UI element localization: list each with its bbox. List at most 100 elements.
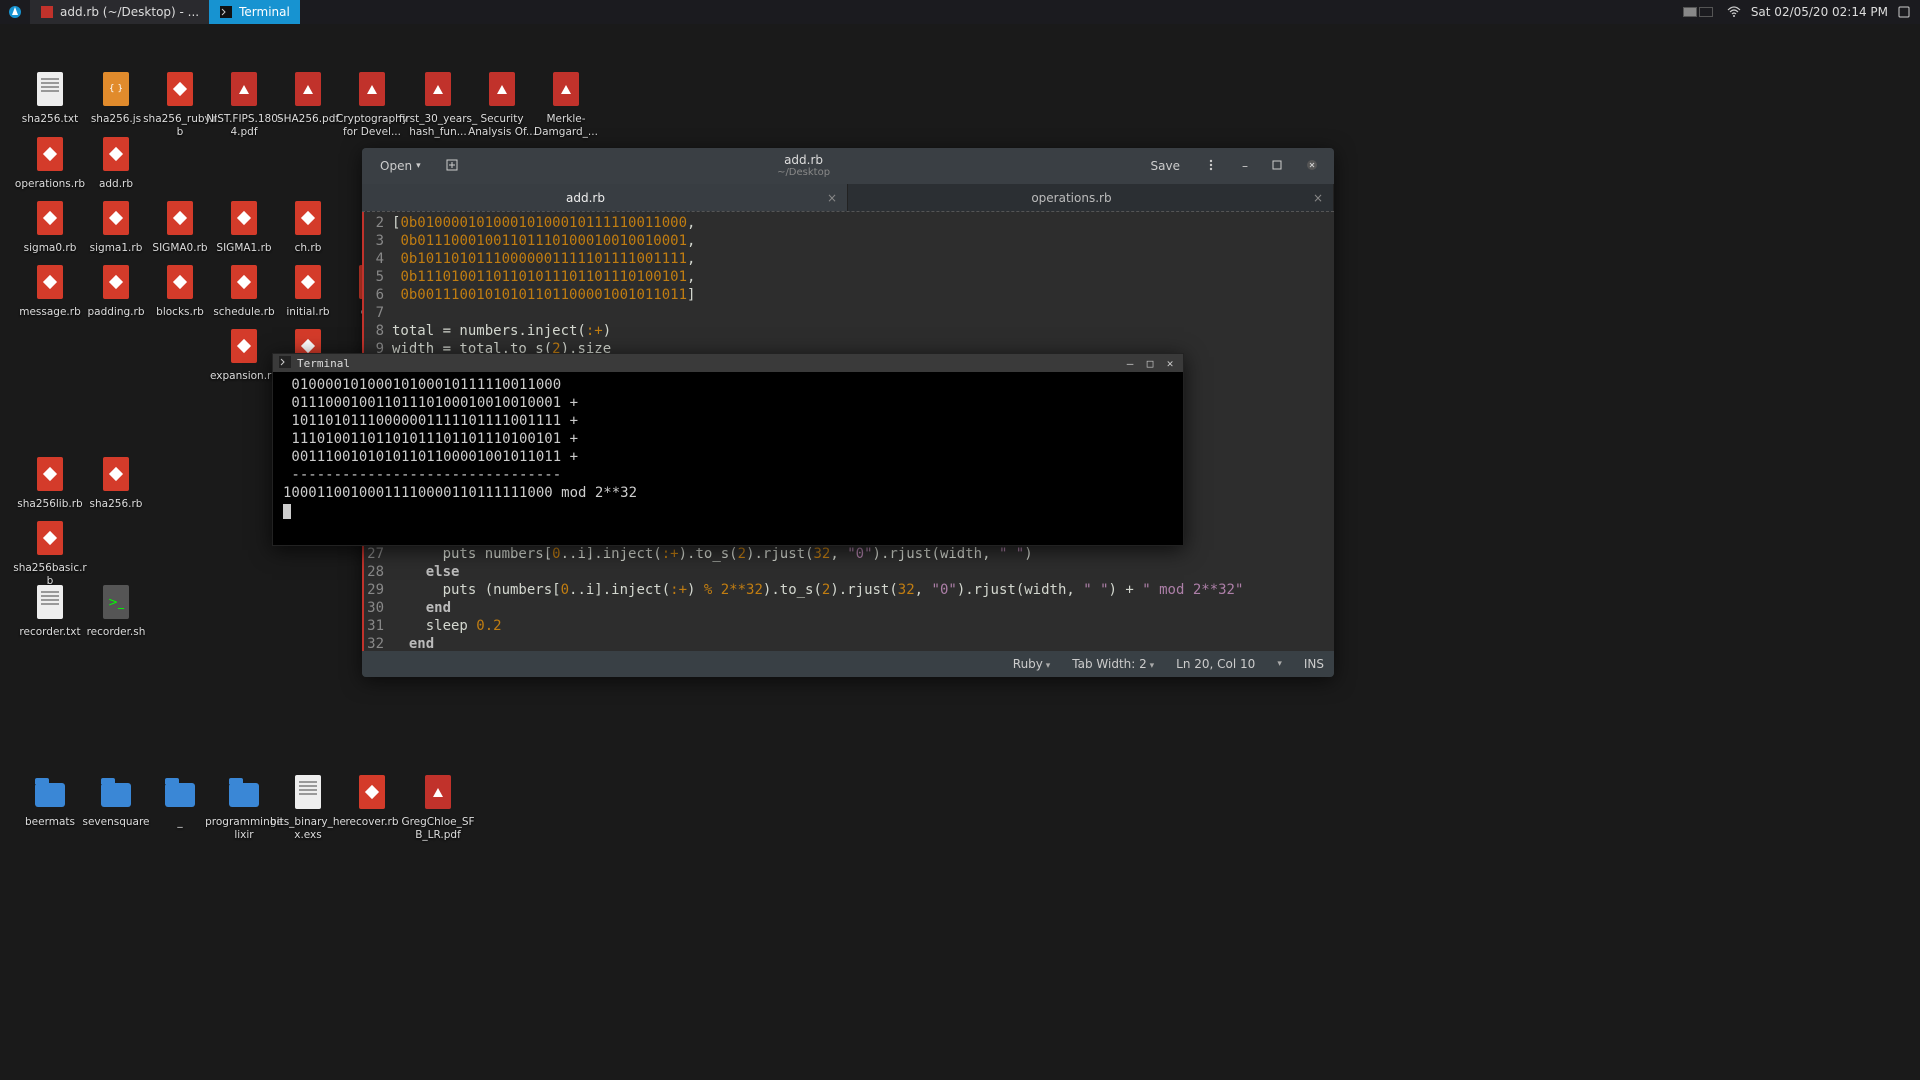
rb-file-icon xyxy=(292,262,324,302)
maximize-icon[interactable] xyxy=(1264,155,1290,177)
rb-file-icon xyxy=(164,262,196,302)
rb-file-icon xyxy=(34,262,66,302)
rb-file-icon xyxy=(34,198,66,238)
txt-file-icon xyxy=(292,772,324,812)
dropdown-icon[interactable]: ▾ xyxy=(1277,659,1282,669)
gedit-tabs: add.rb×operations.rb× xyxy=(362,184,1334,212)
desktop-icon-label: Merkle-Damgard_... xyxy=(526,113,606,138)
desktop-icon-label: sha256.txt xyxy=(22,113,78,126)
rb-file-icon xyxy=(228,198,260,238)
system-tray: Sat 02/05/20 02:14 PM xyxy=(1683,0,1920,24)
folder-file-icon xyxy=(164,772,196,812)
desktop-icon-label: ch.rb xyxy=(295,242,322,255)
tab-close-icon[interactable]: × xyxy=(817,191,847,205)
task-label: Terminal xyxy=(239,5,290,19)
desktop-icon-label: initial.rb xyxy=(286,306,329,319)
desktop-icon[interactable]: ch.rb xyxy=(268,198,348,255)
pdf-file-icon xyxy=(550,69,582,109)
task-item[interactable]: Terminal xyxy=(209,0,300,24)
rb-file-icon xyxy=(100,454,132,494)
rb-file-icon xyxy=(228,326,260,366)
desktop-icon-label: beermats xyxy=(25,816,75,829)
top-panel: add.rb (~/Desktop) - ... Terminal Sat 02/… xyxy=(0,0,1920,24)
rb-file-icon xyxy=(100,134,132,174)
close-icon[interactable]: ✕ xyxy=(1163,357,1177,370)
desktop-icon-label: sigma0.rb xyxy=(24,242,77,255)
save-button[interactable]: Save xyxy=(1143,155,1188,177)
rb-file-icon xyxy=(356,772,388,812)
desktop-icon[interactable]: Merkle-Damgard_... xyxy=(526,69,606,138)
close-icon[interactable] xyxy=(1298,155,1326,178)
terminal-body[interactable]: 01000010100010100010111110011000 0111000… xyxy=(273,372,1183,545)
header-title: add.rb ~/Desktop xyxy=(473,154,1135,178)
txt-file-icon xyxy=(34,69,66,109)
terminal-app-icon xyxy=(279,356,291,371)
hamburger-menu-icon[interactable] xyxy=(1196,154,1226,179)
desktop-icon-label: GregChloe_SFB_LR.pdf xyxy=(398,816,478,841)
desktop-icon[interactable]: sha256basic.rb xyxy=(10,518,90,587)
cursor-position: Ln 20, Col 10 xyxy=(1176,657,1255,671)
desktop-icon-label: message.rb xyxy=(19,306,81,319)
app-icon xyxy=(219,5,233,19)
folder-file-icon xyxy=(228,772,260,812)
desktop-icon[interactable]: add.rb xyxy=(76,134,156,191)
terminal-title: Terminal xyxy=(297,357,350,370)
desktop-icon[interactable]: >_recorder.sh xyxy=(76,582,156,639)
terminal-window: Terminal – □ ✕ 0100001010001010001011111… xyxy=(272,353,1184,546)
task-label: add.rb (~/Desktop) - ... xyxy=(60,5,199,19)
rb-file-icon xyxy=(292,198,324,238)
pdf-file-icon xyxy=(292,69,324,109)
rb-file-icon xyxy=(164,198,196,238)
maximize-icon[interactable]: □ xyxy=(1143,357,1157,370)
pdf-file-icon xyxy=(422,69,454,109)
workspace-switcher[interactable] xyxy=(1683,7,1713,17)
pdf-file-icon xyxy=(228,69,260,109)
clock[interactable]: Sat 02/05/20 02:14 PM xyxy=(1751,5,1888,19)
desktop-icon-label: _ xyxy=(177,816,182,829)
terminal-titlebar[interactable]: Terminal – □ ✕ xyxy=(273,354,1183,372)
desktop-icon-label: SIGMA0.rb xyxy=(152,242,207,255)
new-tab-button[interactable] xyxy=(439,154,465,179)
tab-label: add.rb xyxy=(362,191,809,205)
desktop-icon-label: sigma1.rb xyxy=(90,242,143,255)
desktop-icon-label: add.rb xyxy=(99,178,133,191)
desktop-icon-label: SHA256.pdf xyxy=(277,113,339,126)
rb-file-icon xyxy=(164,69,196,109)
wifi-icon[interactable] xyxy=(1727,5,1741,19)
desktop-icon-label: operations.rb xyxy=(15,178,85,191)
tab-close-icon[interactable]: × xyxy=(1303,191,1333,205)
rb-file-icon xyxy=(228,262,260,302)
desktop-icon-label: schedule.rb xyxy=(213,306,274,319)
editor-tab[interactable]: operations.rb × xyxy=(848,184,1334,211)
desktop-icon[interactable]: GregChloe_SFB_LR.pdf xyxy=(398,772,478,841)
rb-file-icon xyxy=(34,134,66,174)
open-button[interactable]: Open▾ xyxy=(370,155,431,177)
desktop-icon[interactable]: sha256.rb xyxy=(76,454,156,511)
tab-label: operations.rb xyxy=(848,191,1295,205)
desktop-icon-label: sha256.rb xyxy=(90,498,143,511)
app-icon xyxy=(40,5,54,19)
pdf-file-icon xyxy=(486,69,518,109)
editor-tab[interactable]: add.rb × xyxy=(362,184,848,211)
insert-mode: INS xyxy=(1304,657,1324,671)
rb-file-icon xyxy=(34,518,66,558)
desktop-icon-label: recover.rb xyxy=(345,816,398,829)
desktop-icon-label: sha256.js xyxy=(91,113,141,126)
language-selector[interactable]: Ruby xyxy=(1013,657,1051,671)
desktop-icon-label: recorder.sh xyxy=(87,626,146,639)
txt-file-icon xyxy=(34,582,66,622)
notification-icon[interactable] xyxy=(1898,6,1910,18)
js-file-icon: { } xyxy=(100,69,132,109)
gedit-headerbar: Open▾ add.rb ~/Desktop Save – xyxy=(362,148,1334,184)
task-item[interactable]: add.rb (~/Desktop) - ... xyxy=(30,0,209,24)
rb-file-icon xyxy=(34,454,66,494)
gedit-statusbar: Ruby Tab Width: 2 Ln 20, Col 10 ▾ INS xyxy=(362,651,1334,677)
taskbar: add.rb (~/Desktop) - ... Terminal xyxy=(30,0,300,24)
folder-file-icon xyxy=(100,772,132,812)
minimize-icon[interactable]: – xyxy=(1234,155,1256,177)
tab-width-selector[interactable]: Tab Width: 2 xyxy=(1072,657,1154,671)
whisker-menu-icon[interactable] xyxy=(0,0,30,24)
pdf-file-icon xyxy=(356,69,388,109)
pdf-file-icon xyxy=(422,772,454,812)
minimize-icon[interactable]: – xyxy=(1123,357,1137,370)
